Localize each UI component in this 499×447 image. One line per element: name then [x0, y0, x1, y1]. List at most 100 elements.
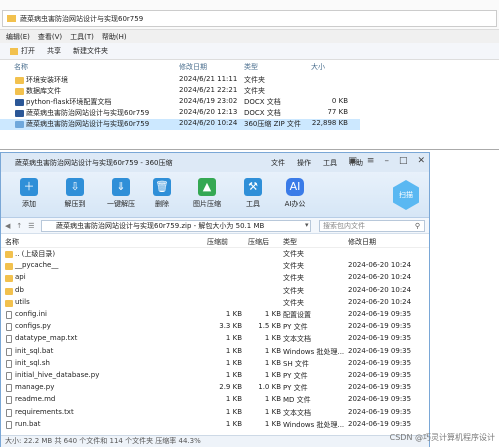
zip-row[interactable]: run.bat 1 KB 1 KB Windows 批处理... 2024-06-19 … — [1, 420, 429, 431]
col-name[interactable]: 名称 — [5, 237, 19, 247]
file-name: 数据库文件 — [26, 87, 61, 95]
menu-help[interactable]: 帮助(H) — [102, 32, 127, 42]
zip-row[interactable]: .. (上级目录) 文件夹 — [1, 249, 429, 260]
zip-path-field[interactable]: 蔬菜病虫害防治网站设计与实现60r759.zip - 解包大小为 50.1 MB — [41, 220, 311, 232]
zip-row[interactable]: config.ini 1 KB 1 KB 配置设置 2024-06-19 09:35 — [1, 310, 429, 321]
entry-name: config.ini — [15, 310, 47, 318]
col-name[interactable]: 名称 — [14, 62, 28, 72]
entry-name: .. (上级目录) — [15, 250, 56, 258]
menu-tools[interactable]: 工具(T) — [70, 32, 94, 42]
file-name: 环境安装环境 — [26, 76, 68, 84]
one-click-extract-label: 一键解压 — [107, 200, 135, 208]
zip-row[interactable]: requirements.txt 1 KB 1 KB 文本文档 2024-06-19 0… — [1, 408, 429, 419]
search-input[interactable]: 搜索包内文件 ⚲ — [319, 220, 425, 232]
add-label: 添加 — [22, 200, 36, 208]
file-icon — [6, 396, 12, 405]
menu-icon[interactable]: ≡ — [367, 156, 375, 166]
open-button[interactable]: 打开 — [10, 46, 35, 56]
explorer-row[interactable]: 蔬菜病虫害防治网站设计与实现60r759 2024/6/20 12:13 DOCX … — [0, 108, 360, 119]
zip-row[interactable]: manage.py 2.9 KB 1.0 KB PY 文件 2024-06-19 09:… — [1, 383, 429, 394]
zip-row[interactable]: configs.py 3.3 KB 1.5 KB PY 文件 2024-06-19 09… — [1, 322, 429, 333]
tools-button[interactable]: ⚒ 工具 — [235, 178, 271, 209]
col-type[interactable]: 类型 — [244, 62, 258, 72]
address-bar[interactable]: 蔬菜病虫害防治网站设计与实现60r759 — [2, 10, 497, 27]
menu-view[interactable]: 查看(V) — [38, 32, 62, 42]
add-button[interactable]: ＋ 添加 — [11, 178, 47, 209]
path-dropdown-icon[interactable]: ▾ — [305, 221, 309, 229]
zip-row[interactable]: init_sql.sh 1 KB 1 KB SH 文件 2024-06-19 09:35 — [1, 359, 429, 370]
zip-row[interactable]: __pycache__ 文件夹 2024-06-20 10:24 — [1, 261, 429, 272]
entry-uncompressed-size: 3.3 KB — [219, 322, 242, 331]
image-compress-button[interactable]: ▲ 图片压缩 — [189, 178, 225, 209]
skin-icon[interactable]: ▣ — [348, 156, 357, 166]
scan-label: 扫描 — [399, 191, 413, 199]
maximize-icon[interactable]: □ — [399, 156, 408, 166]
open-icon — [10, 47, 18, 55]
zip-row[interactable]: utils 文件夹 2024-06-20 10:24 — [1, 298, 429, 309]
back-icon[interactable]: ◀ — [5, 222, 10, 230]
col-date[interactable]: 修改日期 — [179, 62, 207, 72]
one-click-extract-button[interactable]: ⇓ 一键解压 — [103, 178, 139, 209]
entry-name: utils — [15, 297, 30, 306]
scan-button[interactable]: 扫描 — [393, 180, 419, 210]
close-icon[interactable]: ✕ — [417, 156, 425, 166]
entry-compressed-size: 1 KB — [264, 371, 281, 379]
zip-menu-action[interactable]: 操作 — [297, 158, 311, 168]
address-path: 蔬菜病虫害防治网站设计与实现60r759 — [20, 14, 144, 23]
entry-date: 2024-06-20 10:24 — [348, 297, 412, 306]
entry-uncompressed-size: 1 KB — [225, 395, 242, 404]
up-icon[interactable]: ↑ — [16, 222, 22, 230]
menu-edit[interactable]: 编辑(E) — [6, 32, 30, 42]
explorer-row[interactable]: python-flask环境配置文档 2024/6/19 23:02 DOCX 文档… — [0, 97, 360, 108]
entry-date: 2024-06-20 10:24 — [348, 273, 412, 282]
new-folder-button[interactable]: 新建文件夹 — [73, 46, 108, 56]
entry-type: 文本文档 — [283, 335, 311, 344]
explorer-row[interactable]: 环境安装环境 2024/6/21 11:11 文件夹 — [0, 75, 360, 86]
file-size: 22,898 KB — [311, 119, 348, 127]
file-type: DOCX 文档 — [244, 109, 281, 117]
file-icon — [6, 323, 12, 332]
zip-menu-file[interactable]: 文件 — [271, 158, 285, 168]
ai-office-label: AI办公 — [284, 200, 306, 208]
explorer-row[interactable]: 蔬菜病虫害防治网站设计与实现60r759 2024/6/20 10:24 360压缩… — [0, 119, 360, 130]
file-icon — [6, 311, 12, 319]
zip-row[interactable]: initial_hive_database.py 1 KB 1 KB PY 文件 202… — [1, 371, 429, 382]
zip-menu-tools[interactable]: 工具 — [323, 158, 337, 168]
zip-row[interactable]: api 文件夹 2024-06-20 10:24 — [1, 273, 429, 284]
delete-button[interactable]: 🗑 删除 — [144, 178, 180, 209]
minimize-icon[interactable]: – — [384, 156, 389, 166]
file-name: 蔬菜病虫害防治网站设计与实现60r759 — [26, 109, 150, 117]
col-date[interactable]: 修改日期 — [348, 237, 376, 247]
col-type[interactable]: 类型 — [283, 237, 297, 247]
col-uncompressed[interactable]: 压缩前 — [207, 237, 228, 247]
delete-icon: 🗑 — [153, 178, 171, 196]
entry-type: Windows 批处理... — [283, 347, 345, 356]
entry-type: Windows 批处理... — [283, 420, 345, 429]
view-icon[interactable]: ☰ — [28, 222, 34, 230]
file-icon — [6, 408, 12, 417]
toolbox-icon: ⚒ — [244, 178, 262, 196]
entry-name: datatype_map.txt — [15, 334, 78, 343]
nav-buttons: ◀ ↑ ☰ — [5, 222, 35, 230]
col-size[interactable]: 大小 — [311, 62, 359, 72]
file-type: DOCX 文档 — [244, 98, 281, 106]
zip-row[interactable]: init_sql.bat 1 KB 1 KB Windows 批处理... 2024-0… — [1, 347, 429, 358]
search-icon[interactable]: ⚲ — [415, 221, 420, 231]
zip-row[interactable]: readme.md 1 KB 1 KB MD 文件 2024-06-19 09:35 — [1, 395, 429, 406]
entry-date: 2024-06-20 10:24 — [348, 261, 412, 270]
entry-compressed-size: 1 KB — [264, 407, 281, 416]
extract-to-button[interactable]: ⇩ 解压到 — [57, 178, 93, 209]
entry-date: 2024-06-19 09:35 — [348, 371, 412, 379]
ai-office-button[interactable]: AI AI办公 — [277, 178, 313, 209]
explorer-row[interactable]: 数据库文件 2024/6/21 22:21 文件夹 — [0, 86, 360, 97]
extract-label: 解压到 — [64, 200, 86, 208]
file-explorer-window: 蔬菜病虫害防治网站设计与实现60r759 编辑(E) 查看(V) 工具(T) 帮… — [0, 0, 499, 150]
zip-row[interactable]: datatype_map.txt 1 KB 1 KB 文本文档 2024-06-19 0… — [1, 334, 429, 345]
zip-row[interactable]: db 文件夹 2024-06-20 10:24 — [1, 286, 429, 297]
delete-label: 删除 — [155, 200, 169, 208]
col-compressed[interactable]: 压缩后 — [248, 237, 269, 247]
file-type: 文件夹 — [244, 76, 265, 84]
share-button[interactable]: 共享 — [47, 46, 61, 56]
entry-type: 文件夹 — [283, 262, 304, 271]
watermark: CSDN @巧灵计算机程序设计 — [389, 433, 495, 442]
